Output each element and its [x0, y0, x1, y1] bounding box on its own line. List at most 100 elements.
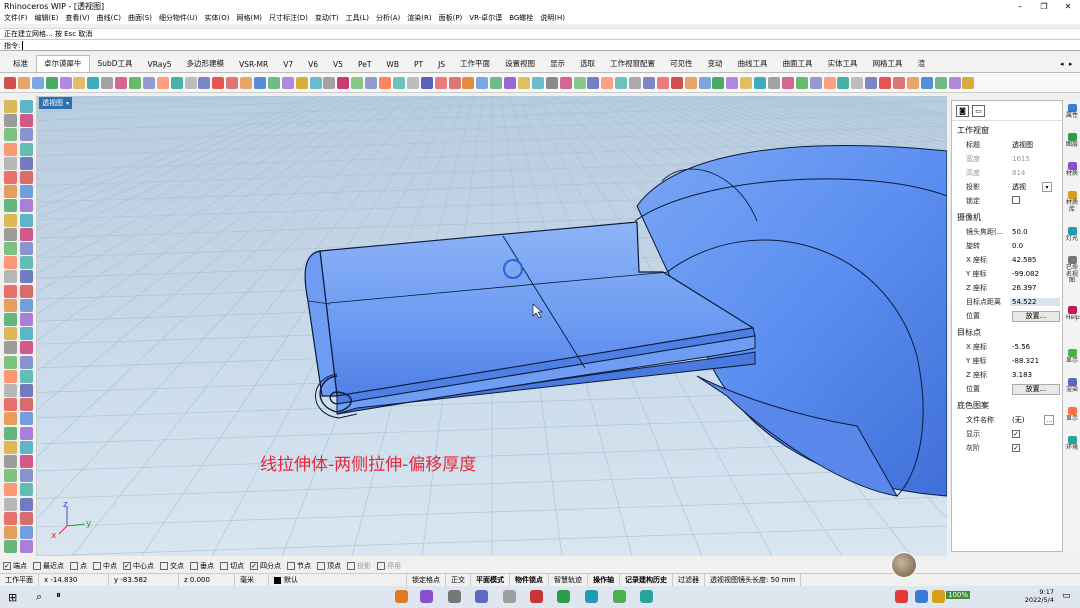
left-tool-icon[interactable]: [4, 398, 17, 412]
taskbar-app-icon[interactable]: [932, 590, 945, 603]
menu-item[interactable]: VR-卓尔谟: [469, 13, 502, 23]
left-tool-icon[interactable]: [20, 313, 33, 326]
left-tool-icon[interactable]: [20, 242, 33, 255]
toolbar-tool-icon[interactable]: [267, 76, 280, 89]
property-value[interactable]: (无)…: [1010, 415, 1060, 425]
toolbar-tool-icon[interactable]: [934, 76, 947, 89]
toolbar-tool-icon[interactable]: [795, 76, 808, 89]
toolbar-tab[interactable]: PT: [407, 58, 430, 72]
property-value[interactable]: 1615: [1010, 155, 1060, 163]
toolbar-tool-icon[interactable]: [531, 76, 544, 89]
place-button[interactable]: 放置...: [1010, 383, 1060, 395]
tab-left-icon[interactable]: ◂: [1060, 60, 1069, 70]
left-tool-icon[interactable]: [4, 284, 17, 298]
toolbar-tab[interactable]: V5: [326, 58, 350, 72]
toolbar-tool-icon[interactable]: [948, 76, 961, 89]
viewport-title-tab[interactable]: 透视图 ▾: [39, 97, 73, 109]
left-tool-icon[interactable]: [4, 483, 17, 497]
side-tab[interactable]: 材质库: [1066, 191, 1078, 213]
taskbar-app-icon[interactable]: [503, 590, 516, 603]
left-tool-icon[interactable]: [4, 185, 17, 199]
left-tool-icon[interactable]: [4, 128, 17, 142]
left-tool-icon[interactable]: [20, 355, 33, 369]
windows-start-icon[interactable]: ⊞: [8, 591, 17, 604]
menu-item[interactable]: 曲面(S): [128, 13, 152, 23]
toolbar-tool-icon[interactable]: [740, 76, 753, 89]
toolbar-tool-icon[interactable]: [240, 76, 253, 89]
toolbar-tool-icon[interactable]: [295, 76, 308, 89]
side-tab[interactable]: 灯光: [1066, 227, 1078, 243]
left-tool-icon[interactable]: [4, 455, 17, 468]
left-tool-icon[interactable]: [20, 440, 33, 454]
property-value[interactable]: 54.522: [1010, 298, 1060, 306]
checkbox-checked-icon[interactable]: ✓: [123, 561, 131, 570]
toolbar-tool-icon[interactable]: [545, 76, 558, 89]
checkbox-empty-icon[interactable]: [317, 561, 325, 570]
toolbar-tab[interactable]: 变动: [701, 56, 730, 72]
toolbar-tool-icon[interactable]: [906, 76, 919, 89]
toolbar-tool-icon[interactable]: [726, 76, 739, 89]
menu-item[interactable]: 实体(O): [205, 13, 230, 23]
checkbox-empty-icon[interactable]: [160, 561, 168, 570]
toolbar-tab[interactable]: 实体工具: [821, 56, 865, 72]
menu-item[interactable]: 编辑(E): [35, 13, 59, 23]
toolbar-tab[interactable]: 渲: [911, 56, 933, 72]
menu-item[interactable]: 说明(H): [540, 13, 565, 23]
toolbar-tool-icon[interactable]: [517, 76, 530, 89]
side-tab[interactable]: 图层: [1066, 133, 1078, 149]
taskbar-app-icon[interactable]: [557, 590, 570, 603]
toolbar-tab[interactable]: 工作平面: [453, 56, 497, 72]
property-value[interactable]: -5.56: [1010, 343, 1060, 351]
status-layer[interactable]: 默认: [269, 574, 407, 586]
toolbar-tool-icon[interactable]: [781, 76, 794, 89]
osnap-toggle[interactable]: 点: [70, 561, 87, 571]
left-tool-icon[interactable]: [20, 398, 33, 412]
taskbar-app-icon[interactable]: [475, 590, 488, 603]
toolbar-tool-icon[interactable]: [184, 76, 197, 89]
toolbar-tab[interactable]: JS: [431, 58, 452, 72]
checkbox-empty-icon[interactable]: [220, 561, 228, 570]
taskbar-app-icon[interactable]: [640, 590, 653, 603]
menu-item[interactable]: 渲染(R): [407, 13, 431, 23]
toolbar-tool-icon[interactable]: [4, 76, 16, 89]
taskbar-app-icon[interactable]: [915, 590, 928, 603]
toolbar-tool-icon[interactable]: [406, 76, 419, 89]
toolbar-tool-icon[interactable]: [323, 76, 336, 89]
checkbox-empty-icon[interactable]: [190, 561, 198, 570]
toolbar-tool-icon[interactable]: [309, 76, 322, 89]
status-toggle[interactable]: 物件锁点: [510, 574, 549, 586]
left-tool-icon[interactable]: [4, 369, 17, 383]
side-tab[interactable]: 属性: [1066, 104, 1078, 120]
property-value[interactable]: -88.321: [1010, 357, 1060, 365]
toolbar-tab[interactable]: SubD工具: [91, 56, 140, 72]
left-tool-icon[interactable]: [20, 426, 33, 440]
status-cplane[interactable]: 工作平面: [0, 574, 39, 586]
menu-item[interactable]: 曲线(C): [97, 13, 121, 23]
perspective-viewport[interactable]: z y x 透视图 ▾ 线拉伸体-两侧拉伸-偏移厚度: [37, 96, 947, 556]
toolbar-tool-icon[interactable]: [17, 76, 30, 89]
toolbar-tool-icon[interactable]: [45, 76, 58, 89]
left-tool-icon[interactable]: [20, 185, 33, 199]
property-value[interactable]: 透视 ▾: [1010, 182, 1060, 192]
toolbar-tool-icon[interactable]: [170, 76, 183, 89]
property-checkbox[interactable]: ✓: [1010, 444, 1060, 452]
status-toggle[interactable]: 操作轴: [588, 574, 620, 586]
toolbar-tool-icon[interactable]: [879, 76, 892, 89]
toolbar-tab[interactable]: 曲面工具: [776, 56, 820, 72]
toolbar-tool-icon[interactable]: [893, 76, 905, 89]
left-tool-icon[interactable]: [20, 384, 33, 397]
close-button[interactable]: ✕: [1056, 0, 1080, 12]
toolbar-tool-icon[interactable]: [809, 76, 822, 89]
status-toggle[interactable]: 智慧轨迹: [549, 574, 588, 586]
checkbox-checked-icon[interactable]: ✓: [1012, 430, 1020, 438]
menu-item[interactable]: 查看(V): [65, 13, 89, 23]
osnap-toggle[interactable]: 最近点: [33, 561, 64, 571]
menu-item[interactable]: 工具(L): [346, 13, 369, 23]
toolbar-tool-icon[interactable]: [156, 76, 169, 89]
toolbar-tab[interactable]: 显示: [543, 56, 572, 72]
left-tool-icon[interactable]: [20, 270, 33, 284]
checkbox-checked-icon[interactable]: ✓: [250, 561, 258, 570]
command-line[interactable]: 指令:: [0, 39, 1080, 51]
left-tool-icon[interactable]: [4, 100, 17, 113]
left-tool-icon[interactable]: [20, 128, 33, 142]
